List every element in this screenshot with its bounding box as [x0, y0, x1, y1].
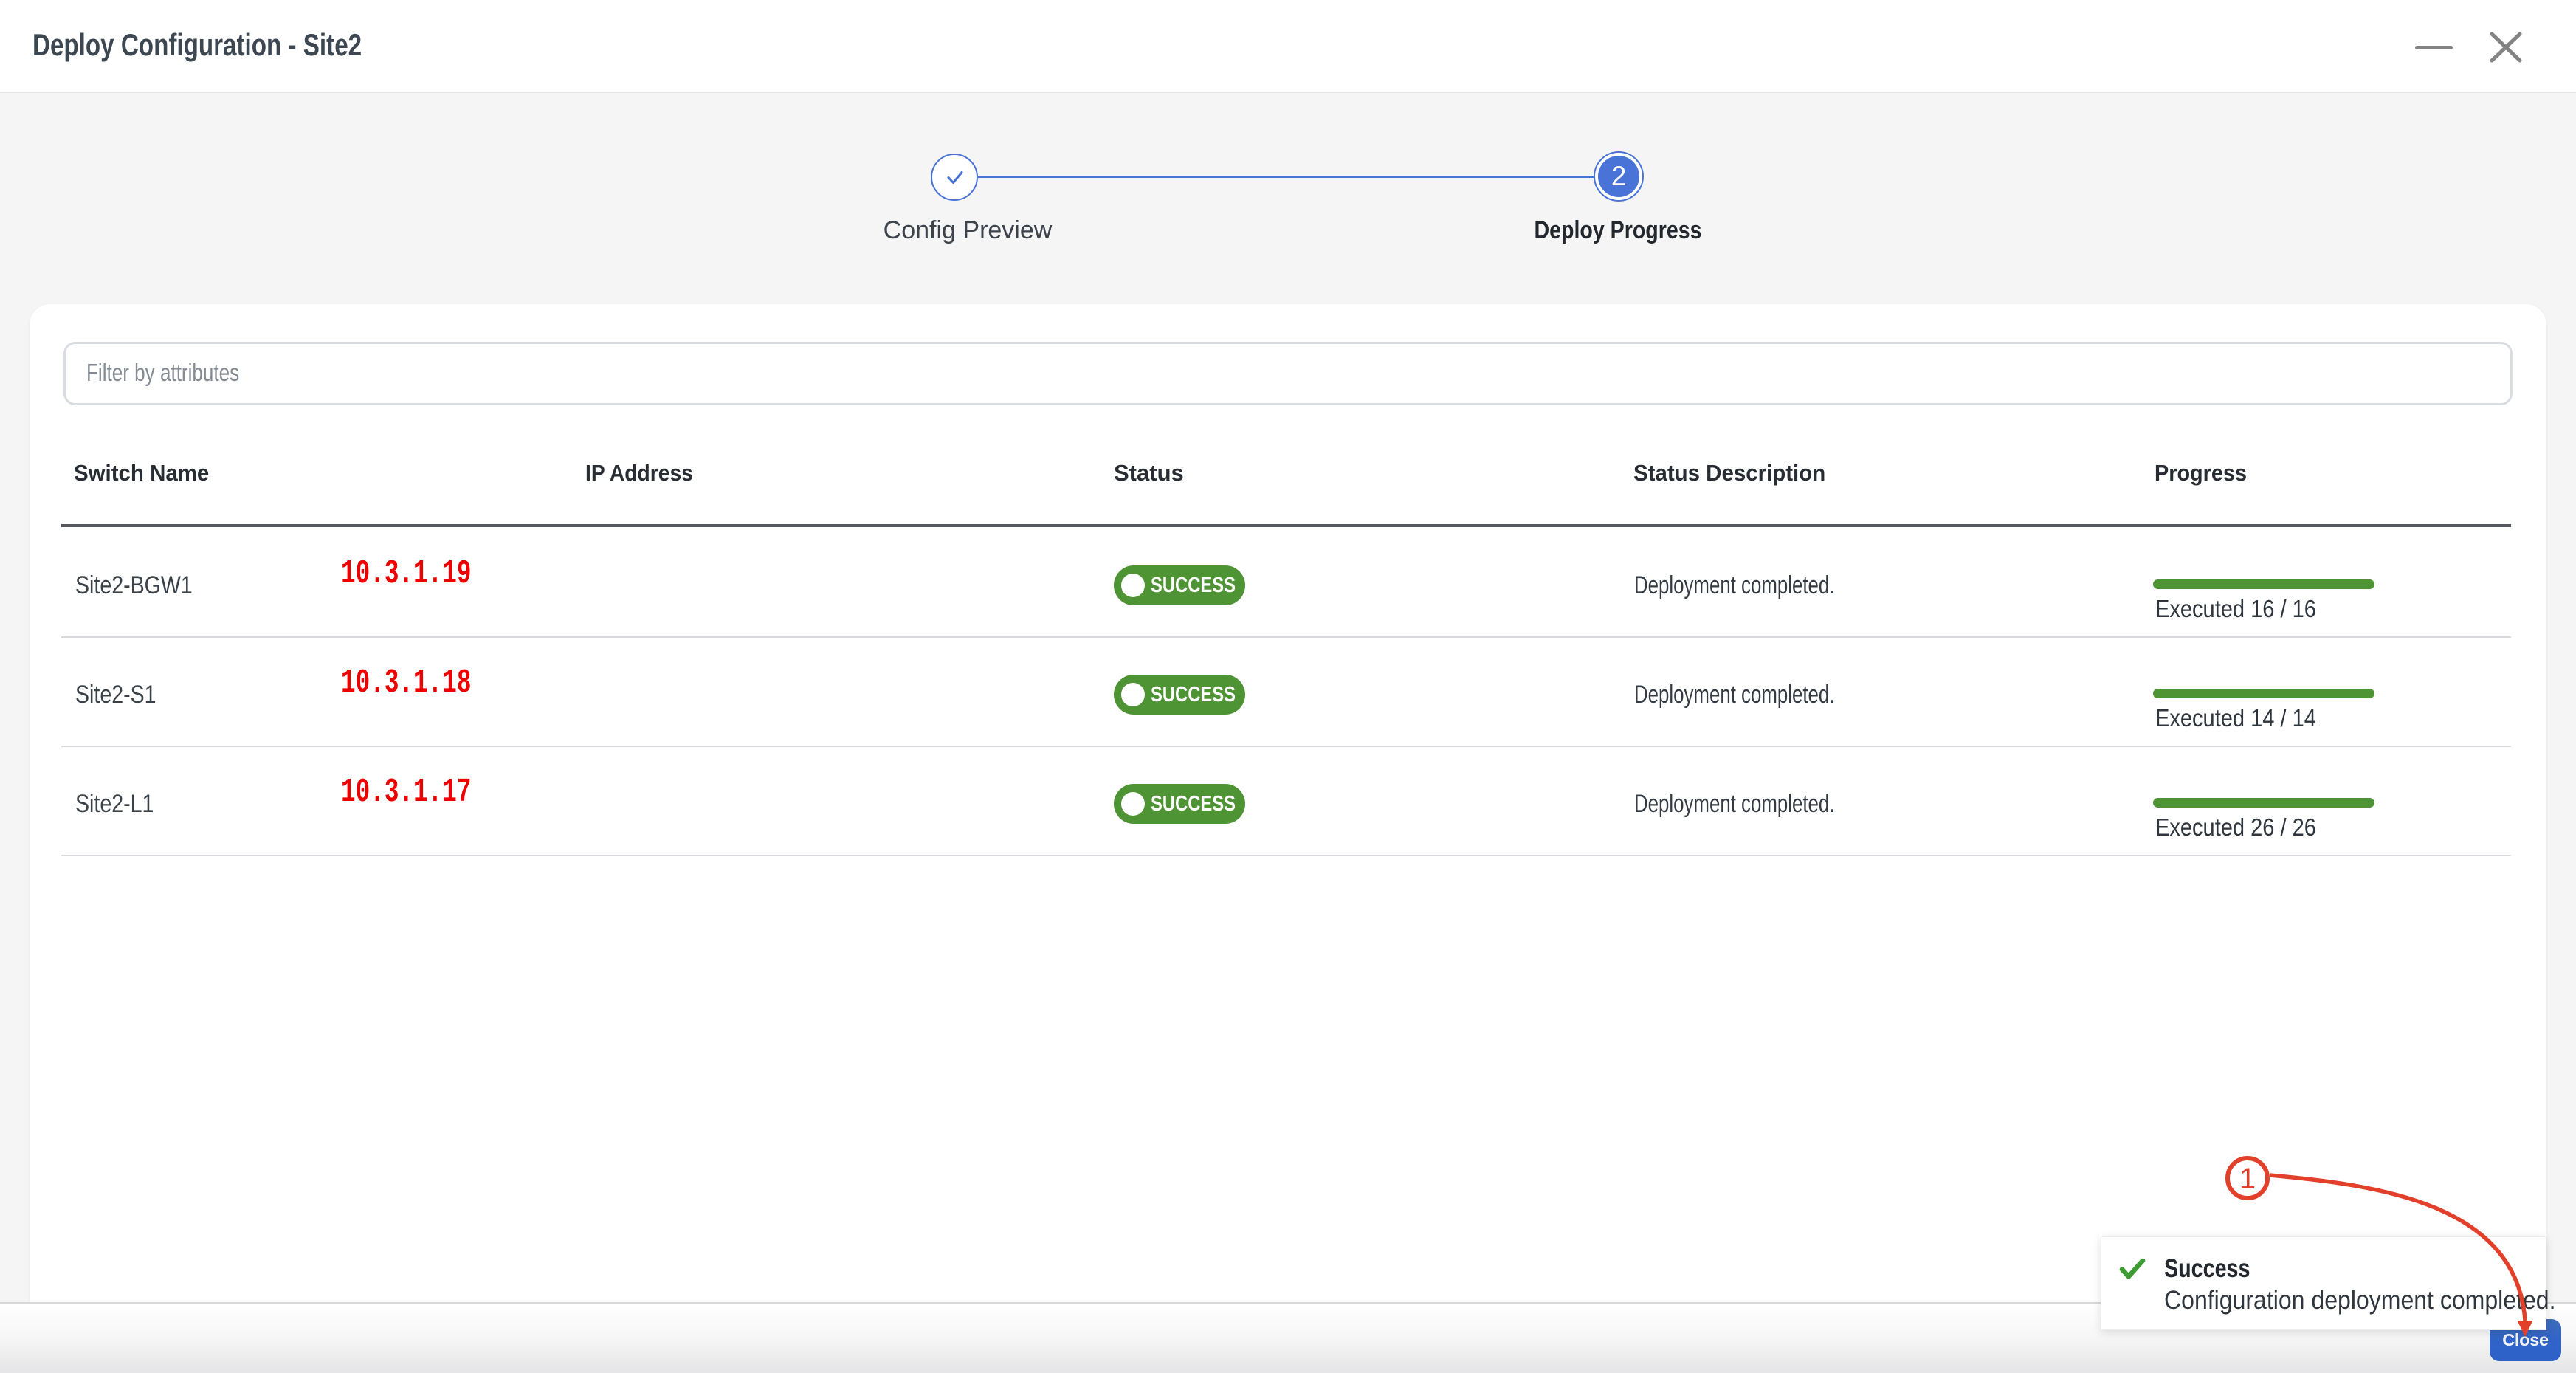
svg-text:1: 1	[2239, 1163, 2256, 1195]
